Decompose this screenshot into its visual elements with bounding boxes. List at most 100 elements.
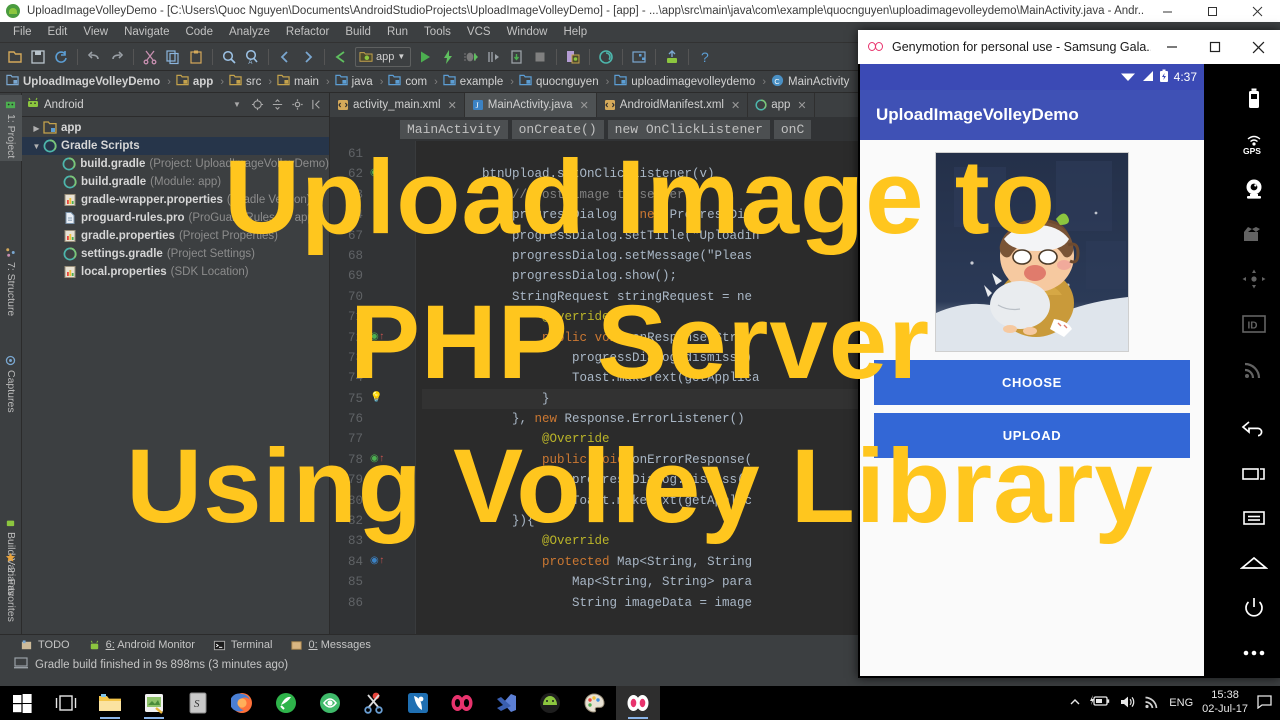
- gutter-blank[interactable]: [368, 470, 404, 490]
- menu-item-analyze[interactable]: Analyze: [221, 24, 278, 40]
- help-icon[interactable]: ?: [694, 46, 716, 68]
- menu-item-window[interactable]: Window: [499, 24, 556, 40]
- menu-item-file[interactable]: File: [5, 24, 40, 40]
- tree-item-proguard-rules-pro[interactable]: proguard-rules.pro (ProGuard Rules for ap…: [22, 209, 329, 227]
- breadcrumb-item-main[interactable]: main ›: [277, 74, 333, 89]
- network-icon[interactable]: [1231, 346, 1277, 391]
- menu-item-refactor[interactable]: Refactor: [278, 24, 337, 40]
- recents-icon[interactable]: [1231, 451, 1277, 496]
- gutter-blank[interactable]: [368, 368, 404, 388]
- choose-button[interactable]: CHOOSE: [874, 360, 1190, 405]
- breadcrumb-item-uploadimagevolleydemo[interactable]: UploadImageVolleyDemo ›: [6, 74, 174, 89]
- apply-changes-icon[interactable]: [437, 46, 459, 68]
- app-button-green[interactable]: [264, 686, 308, 720]
- stop-button[interactable]: [529, 46, 551, 68]
- task-view-button[interactable]: [44, 686, 88, 720]
- power-icon[interactable]: [1231, 586, 1277, 631]
- editor-tab-androidmanifest-xml[interactable]: AndroidManifest.xml ✕: [597, 93, 749, 117]
- gutter-blank[interactable]: [368, 429, 404, 449]
- breadcrumb-item-com[interactable]: com ›: [388, 74, 440, 89]
- menu-item-run[interactable]: Run: [379, 24, 416, 40]
- sidebar-item-favorites[interactable]: 2: Favorites: [0, 548, 22, 636]
- volume-icon[interactable]: [1119, 695, 1135, 712]
- gutter-markers[interactable]: ◉↑ ◉↑ 💡 ◉↑ ◉↑: [368, 141, 404, 634]
- redo-icon[interactable]: [106, 46, 128, 68]
- locate-icon[interactable]: [249, 97, 265, 113]
- device-monitor-icon[interactable]: [661, 46, 683, 68]
- firefox-button[interactable]: [220, 686, 264, 720]
- ide-minimize-button[interactable]: [1145, 0, 1190, 22]
- find-replace-icon[interactable]: A: [241, 46, 263, 68]
- home-icon[interactable]: [1231, 541, 1277, 586]
- app-button-teal[interactable]: [308, 686, 352, 720]
- structure-crumb[interactable]: onC: [773, 119, 812, 139]
- implements-marker-icon[interactable]: ◉↑: [368, 328, 404, 348]
- gps-icon[interactable]: GPS: [1231, 121, 1277, 166]
- gutter-blank[interactable]: [368, 409, 404, 429]
- tree-item-gradle-scripts[interactable]: ▼ Gradle Scripts: [22, 137, 329, 155]
- breadcrumb-item-uploadimagevolleydemo[interactable]: uploadimagevolleydemo ›: [614, 74, 769, 89]
- tree-item-build-gradle[interactable]: build.gradle (Project: UploadImageVolleyD…: [22, 155, 329, 173]
- cut-icon[interactable]: [139, 46, 161, 68]
- android-studio-button[interactable]: [528, 686, 572, 720]
- structure-crumb[interactable]: new OnClickListener: [607, 119, 770, 139]
- menu-item-edit[interactable]: Edit: [40, 24, 76, 40]
- tree-item-local-properties[interactable]: local.properties (SDK Location): [22, 263, 329, 281]
- undo-icon[interactable]: [83, 46, 105, 68]
- implements-marker-icon[interactable]: ◉↑: [368, 164, 404, 184]
- gutter-blank[interactable]: [368, 246, 404, 266]
- gutter-blank[interactable]: [368, 144, 404, 164]
- sidebar-item-structure[interactable]: 7: Structure: [0, 243, 22, 321]
- app-button-drive[interactable]: S: [176, 686, 220, 720]
- chevron-down-icon[interactable]: ▼: [229, 97, 245, 113]
- genymotion-active-button[interactable]: [616, 686, 660, 720]
- gutter-blank[interactable]: [368, 491, 404, 511]
- save-all-icon[interactable]: [27, 46, 49, 68]
- step-over-icon[interactable]: [483, 46, 505, 68]
- more-icon[interactable]: [1231, 631, 1277, 676]
- breadcrumb-item-example[interactable]: example ›: [443, 74, 517, 89]
- menu-item-view[interactable]: View: [75, 24, 116, 40]
- open-project-icon[interactable]: [4, 46, 26, 68]
- app-button-notes[interactable]: [132, 686, 176, 720]
- battery-icon[interactable]: [1090, 695, 1110, 711]
- hide-panel-icon[interactable]: [309, 97, 325, 113]
- tree-item-build-gradle[interactable]: build.gradle (Module: app): [22, 173, 329, 191]
- gutter-blank[interactable]: [368, 593, 404, 613]
- sync-icon[interactable]: [50, 46, 72, 68]
- tree-item-app[interactable]: ▶ app: [22, 119, 329, 137]
- tree-item-settings-gradle[interactable]: settings.gradle (Project Settings): [22, 245, 329, 263]
- gutter-blank[interactable]: [368, 287, 404, 307]
- settings-gear-icon[interactable]: [289, 97, 305, 113]
- close-icon[interactable]: ✕: [448, 99, 457, 112]
- taskbar-clock[interactable]: 15:38 02-Jul-17: [1202, 689, 1248, 717]
- back-arrow-green-icon[interactable]: [330, 46, 352, 68]
- close-icon[interactable]: ✕: [797, 99, 806, 112]
- attach-debugger-icon[interactable]: [506, 46, 528, 68]
- genymotion-button[interactable]: [440, 686, 484, 720]
- gutter-blank[interactable]: [368, 307, 404, 327]
- video-record-icon[interactable]: [1231, 211, 1277, 256]
- breadcrumb-item-quocnguyen[interactable]: quocnguyen ›: [519, 74, 612, 89]
- snipping-tool-button[interactable]: [352, 686, 396, 720]
- action-center-button[interactable]: [1257, 694, 1272, 712]
- close-icon[interactable]: ✕: [580, 99, 589, 112]
- gutter-blank[interactable]: [368, 348, 404, 368]
- sync-gradle-icon[interactable]: [595, 46, 617, 68]
- genymotion-maximize-button[interactable]: [1194, 30, 1237, 64]
- battery-icon[interactable]: [1231, 76, 1277, 121]
- gutter-blank[interactable]: [368, 511, 404, 531]
- upload-button[interactable]: UPLOAD: [874, 413, 1190, 458]
- code-fold-gutter[interactable]: [404, 141, 416, 634]
- android-screen[interactable]: 4:37 UploadImageVolleyDemo CHOOSE UPLOAD: [860, 64, 1204, 676]
- camera-icon[interactable]: [1231, 166, 1277, 211]
- menu-item-build[interactable]: Build: [337, 24, 379, 40]
- tree-item-gradle-wrapper-properties[interactable]: gradle-wrapper.properties (Gradle Version…: [22, 191, 329, 209]
- breadcrumb-item-mainactivity[interactable]: C MainActivity: [771, 74, 849, 90]
- editor-tab-mainactivity-java[interactable]: J MainActivity.java ✕: [464, 93, 597, 117]
- run-button[interactable]: [414, 46, 436, 68]
- visual-studio-button[interactable]: [484, 686, 528, 720]
- virtualbox-button[interactable]: [396, 686, 440, 720]
- menu-item-vcs[interactable]: VCS: [459, 24, 499, 40]
- back-icon[interactable]: [1231, 406, 1277, 451]
